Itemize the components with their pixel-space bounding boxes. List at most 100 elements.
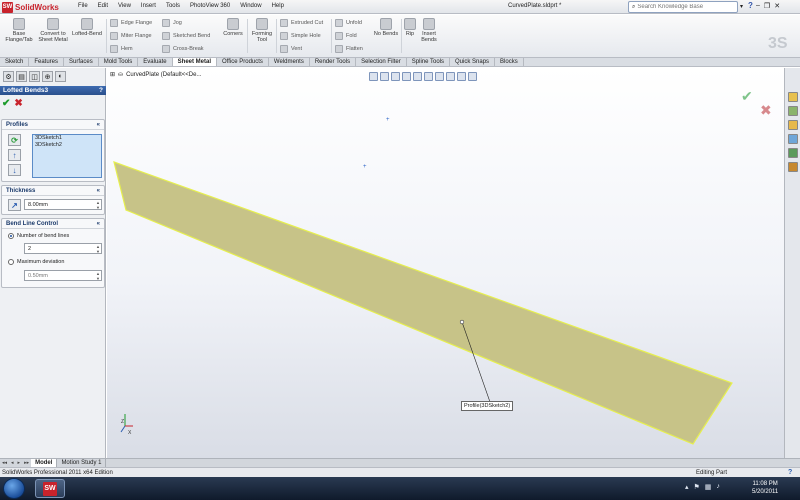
spinner-icon[interactable]: ▲ ▼ — [96, 200, 100, 210]
tab-surfaces[interactable]: Surfaces — [64, 58, 99, 66]
profile-callout-label[interactable]: Profile(3DSketch2) — [461, 401, 514, 411]
flatten-button[interactable]: Flatten — [335, 45, 363, 53]
tab-sketch[interactable]: Sketch — [0, 58, 30, 66]
scroll-first-icon[interactable]: ◂◂ — [0, 460, 9, 466]
jog-button[interactable]: Jog — [162, 19, 182, 27]
spinner-icon[interactable]: ▲ ▼ — [96, 244, 100, 254]
profiles-group-header[interactable]: Profiles « — [2, 120, 104, 130]
menu-edit[interactable]: Edit — [98, 3, 108, 9]
miter-flange-button[interactable]: Miter Flange — [110, 32, 152, 40]
action-center-icon[interactable]: ⚑ — [694, 483, 700, 491]
tab-blocks[interactable]: Blocks — [495, 58, 524, 66]
cancel-button[interactable]: ✖ — [14, 98, 22, 109]
pm-help-icon[interactable]: ? — [99, 87, 103, 94]
list-item[interactable]: 3DSketch1 — [33, 135, 101, 142]
spinner-icon[interactable]: ▲ ▼ — [96, 271, 100, 281]
search-dropdown-icon[interactable]: ▾ — [740, 3, 743, 10]
menu-tools[interactable]: Tools — [166, 3, 180, 9]
menu-view[interactable]: View — [118, 3, 131, 9]
confirm-ok-icon[interactable]: ✔ — [741, 88, 753, 105]
appearances-scenes-icon[interactable] — [788, 162, 798, 172]
no-bends-button[interactable]: No Bends — [372, 18, 400, 37]
tab-quick-snaps[interactable]: Quick Snaps — [450, 58, 496, 66]
move-up-button[interactable]: ↑ — [8, 149, 21, 161]
file-explorer-icon[interactable] — [788, 120, 798, 130]
unfold-button[interactable]: Unfold — [335, 19, 362, 27]
number-of-bend-lines-radio[interactable]: Number of bend lines — [8, 233, 69, 239]
menu-photoview[interactable]: PhotoView 360 — [190, 3, 230, 9]
menu-window[interactable]: Window — [240, 3, 261, 9]
model-canvas[interactable]: + + Z X — [107, 68, 784, 458]
ok-button[interactable]: ✔ — [2, 98, 10, 109]
search-results-icon[interactable] — [788, 134, 798, 144]
simple-hole-button[interactable]: Simple Hole — [280, 32, 321, 40]
tab-evaluate[interactable]: Evaluate — [138, 58, 173, 66]
network-icon[interactable]: ▦ — [705, 483, 712, 491]
collapse-icon[interactable]: « — [97, 221, 100, 227]
edge-flange-button[interactable]: Edge Flange — [110, 19, 152, 27]
thickness-group-header[interactable]: Thickness « — [2, 186, 104, 196]
base-flange-button[interactable]: Base Flange/Tab — [4, 18, 34, 43]
restore-button[interactable]: ❐ — [764, 2, 770, 10]
help-icon[interactable]: ? — [748, 1, 753, 10]
search-input[interactable] — [637, 4, 722, 10]
lofted-bend-button[interactable]: Lofted-Bend — [70, 18, 104, 37]
corners-button[interactable]: Corners — [220, 18, 246, 37]
confirm-cancel-icon[interactable]: ✖ — [760, 102, 772, 119]
minimize-button[interactable]: – — [756, 2, 760, 10]
tab-sheet-metal[interactable]: Sheet Metal — [172, 58, 217, 66]
close-button[interactable]: ✕ — [774, 2, 780, 10]
menu-help[interactable]: Help — [272, 3, 284, 9]
curved-plate-part[interactable] — [113, 161, 733, 445]
status-help-icon[interactable]: ? — [788, 469, 792, 476]
feature-tree-tab-icon[interactable]: ⚙ — [3, 71, 14, 82]
deviation-field[interactable]: 0.50mm ▲ ▼ — [24, 270, 102, 281]
taskbar-solidworks-button[interactable]: SW — [35, 479, 65, 498]
cross-break-button[interactable]: Cross-Break — [162, 45, 204, 53]
bend-line-control-header[interactable]: Bend Line Control « — [2, 219, 104, 229]
tab-office-products[interactable]: Office Products — [217, 58, 269, 66]
thickness-field[interactable]: 8.00mm ▲ ▼ — [24, 199, 102, 210]
menu-file[interactable]: File — [78, 3, 88, 9]
start-button[interactable] — [3, 478, 25, 499]
insert-bends-label: Insert Bends — [421, 31, 437, 43]
design-library-icon[interactable] — [788, 106, 798, 116]
forming-tool-button[interactable]: Forming Tool — [249, 18, 275, 43]
base-flange-icon — [13, 18, 25, 30]
tab-selection-filter[interactable]: Selection Filter — [356, 58, 407, 66]
list-item[interactable]: 3DSketch2 — [33, 142, 101, 149]
show-hidden-icons-icon[interactable]: ▴ — [685, 483, 689, 491]
tab-weldments[interactable]: Weldments — [269, 58, 310, 66]
display-manager-tab-icon[interactable]: ◐ — [55, 71, 66, 82]
hem-button[interactable]: Hem — [110, 45, 133, 53]
volume-icon[interactable]: ♪ — [716, 483, 720, 491]
collapse-icon[interactable]: « — [97, 122, 100, 128]
rip-button[interactable]: Rip — [403, 18, 417, 37]
collapse-icon[interactable]: « — [97, 188, 100, 194]
maximum-deviation-radio[interactable]: Maximum deviation — [8, 259, 64, 265]
tab-mold-tools[interactable]: Mold Tools — [99, 58, 139, 66]
graphics-area[interactable]: ⊞ ⛀ CurvedPlate (Default<<De... + + Z X … — [107, 68, 784, 458]
scroll-last-icon[interactable]: ▸▸ — [22, 460, 31, 466]
sketched-bend-button[interactable]: Sketched Bend — [162, 32, 210, 40]
tab-features[interactable]: Features — [29, 58, 65, 66]
solidworks-resources-icon[interactable] — [788, 92, 798, 102]
tab-spline-tools[interactable]: Spline Tools — [407, 58, 451, 66]
profiles-list[interactable]: 3DSketch1 3DSketch2 — [32, 134, 102, 178]
system-clock[interactable]: 11:08 PM 5/20/2011 — [752, 480, 778, 496]
property-manager-tab-icon[interactable]: ▤ — [16, 71, 27, 82]
vent-button[interactable]: Vent — [280, 45, 302, 53]
extruded-cut-button[interactable]: Extruded Cut — [280, 19, 323, 27]
move-down-button[interactable]: ↓ — [8, 164, 21, 176]
solidworks-logo[interactable]: SW SolidWorks — [2, 1, 70, 13]
menu-insert[interactable]: Insert — [141, 3, 156, 9]
bend-lines-field[interactable]: 2 ▲ ▼ — [24, 243, 102, 254]
dimxpert-tab-icon[interactable]: ⊕ — [42, 71, 53, 82]
search-box[interactable]: ⌕ — [628, 1, 738, 13]
insert-bends-button[interactable]: Insert Bends — [418, 18, 440, 43]
fold-button[interactable]: Fold — [335, 32, 357, 40]
convert-sheet-metal-button[interactable]: Convert to Sheet Metal — [38, 18, 68, 43]
view-palette-icon[interactable] — [788, 148, 798, 158]
configuration-tab-icon[interactable]: ◫ — [29, 71, 40, 82]
tab-render-tools[interactable]: Render Tools — [310, 58, 357, 66]
